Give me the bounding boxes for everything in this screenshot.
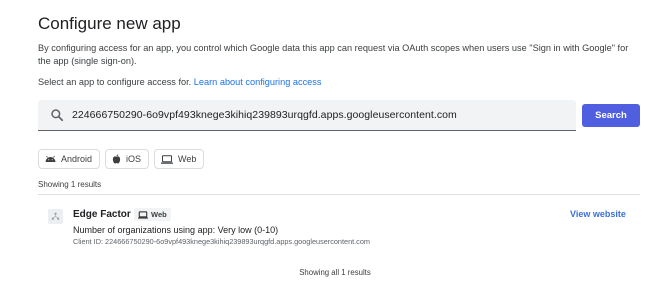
apple-icon [112,154,121,164]
filter-chip-label: Web [178,154,197,164]
org-count: Number of organizations using app: Very … [73,225,279,235]
laptop-icon [161,154,174,164]
laptop-icon [138,210,148,219]
search-icon [50,108,64,122]
page-title: Configure new app [38,14,181,33]
filter-chip-web[interactable]: Web [154,149,205,169]
platform-badge: Web [134,208,171,221]
filter-chip-label: iOS [126,154,142,164]
results-divider [38,194,640,195]
search-button[interactable]: Search [582,104,640,127]
search-input-value[interactable]: 224666750290-6o9vpf493knege3kihiq239893u… [72,109,457,121]
client-id: Client ID: 224666750290-6o9vpf493knege3k… [73,237,370,246]
results-count: Showing 1 results [38,180,102,189]
app-placeholder-icon [48,209,63,224]
select-instruction-text: Select an app to configure access for. [38,77,192,87]
results-footer: Showing all 1 results [299,268,371,277]
learn-more-link[interactable]: Learn about configuring access [194,77,322,87]
filter-chip-ios[interactable]: iOS [105,149,150,169]
android-icon [45,155,56,162]
app-name: Edge Factor [73,209,131,220]
view-website-link[interactable]: View website [570,209,626,219]
filter-chip-label: Android [61,154,93,164]
platform-filters: Android iOS Web [38,149,205,169]
platform-badge-label: Web [151,210,167,219]
filter-chip-android[interactable]: Android [38,149,101,169]
page-description: By configuring access for an app, you co… [38,43,629,66]
select-instruction: Select an app to configure access for. L… [38,77,321,87]
search-input[interactable]: 224666750290-6o9vpf493knege3kihiq239893u… [38,100,576,131]
